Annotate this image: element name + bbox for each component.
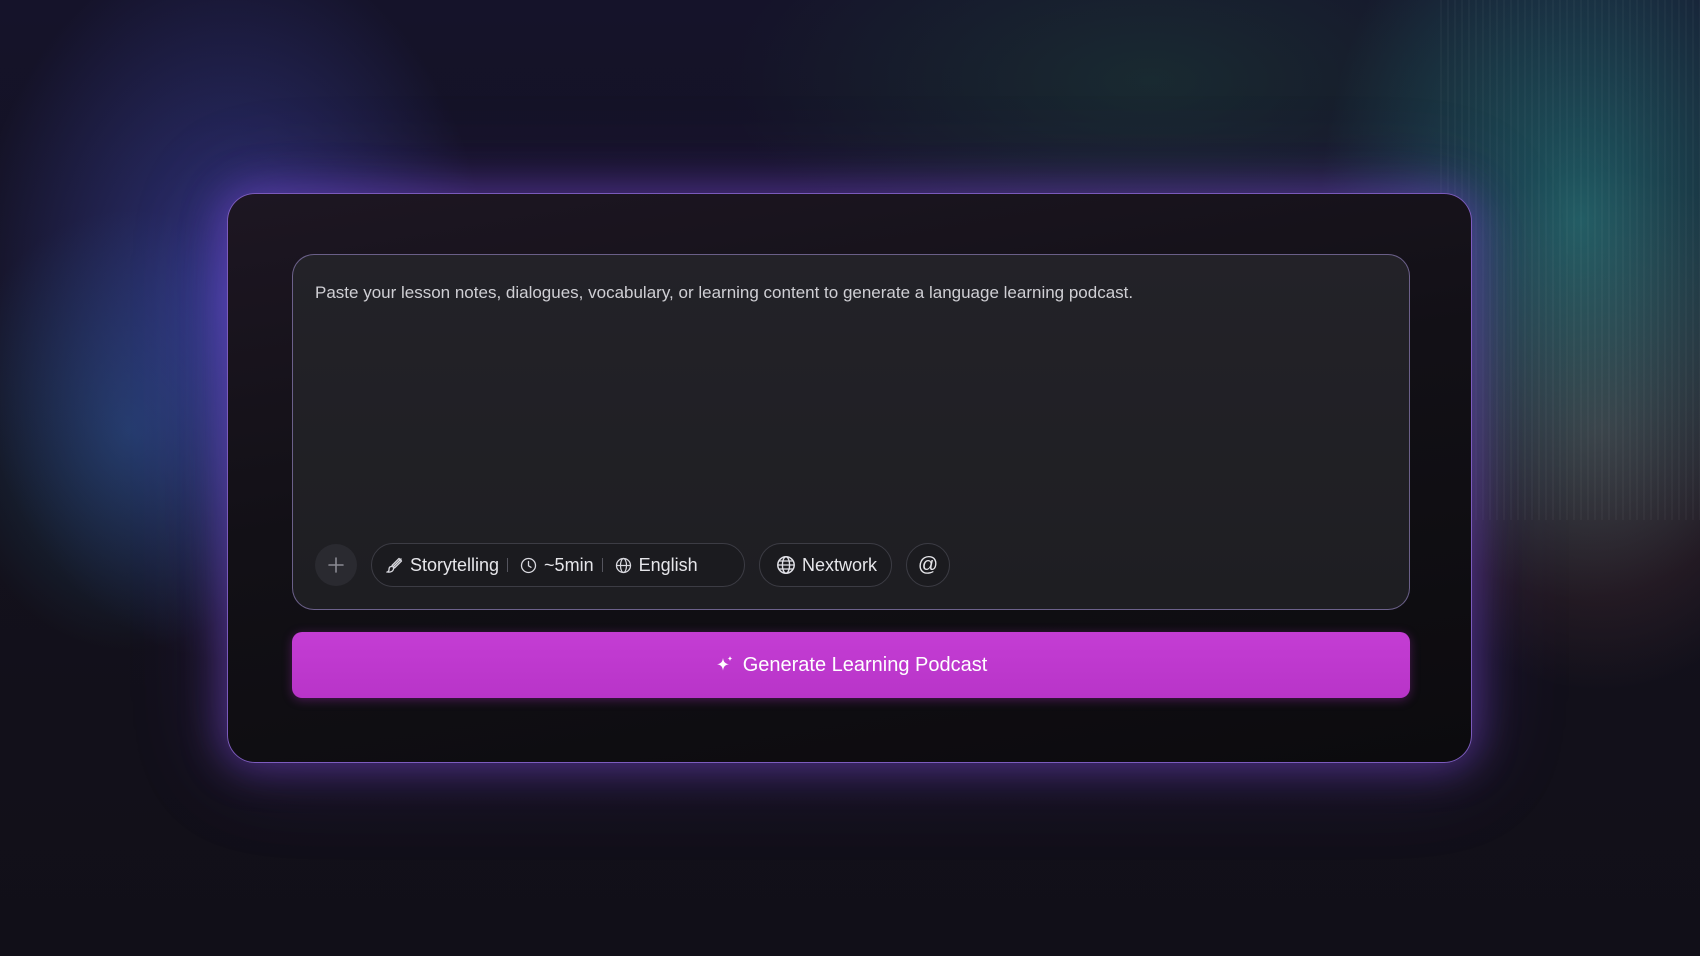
mention-button[interactable]: @: [906, 543, 951, 587]
at-icon: @: [917, 553, 939, 576]
pill-divider: [601, 558, 603, 572]
editor-toolbar: Storytelling ~5min English Nextwork @: [315, 543, 951, 587]
clock-icon: [520, 557, 537, 573]
sparkle-icon: [716, 656, 733, 671]
duration-selector[interactable]: ~5min: [520, 555, 594, 576]
globe-icon: [777, 556, 795, 574]
content-editor: Storytelling ~5min: [292, 254, 1410, 610]
source-selector[interactable]: Nextwork: [759, 543, 893, 587]
globe-icon: [615, 557, 631, 573]
duration-label: ~5min: [544, 554, 594, 575]
pill-divider: [507, 558, 509, 572]
generate-podcast-button[interactable]: Generate Learning Podcast: [292, 632, 1410, 698]
style-selector[interactable]: Storytelling: [386, 555, 499, 576]
podcast-settings-pill[interactable]: Storytelling ~5min English: [371, 543, 745, 587]
source-label: Nextwork: [802, 554, 878, 575]
add-attachment-button[interactable]: [315, 544, 357, 586]
plus-icon: [328, 557, 344, 573]
brush-icon: [386, 557, 403, 573]
language-label: English: [638, 554, 698, 575]
generate-button-label: Generate Learning Podcast: [742, 653, 988, 676]
background-stripes: [1440, 0, 1700, 520]
lesson-content-input[interactable]: [315, 281, 1385, 501]
language-selector[interactable]: English: [615, 555, 698, 576]
style-label: Storytelling: [410, 554, 500, 575]
podcast-generator-card: Storytelling ~5min: [227, 193, 1472, 763]
